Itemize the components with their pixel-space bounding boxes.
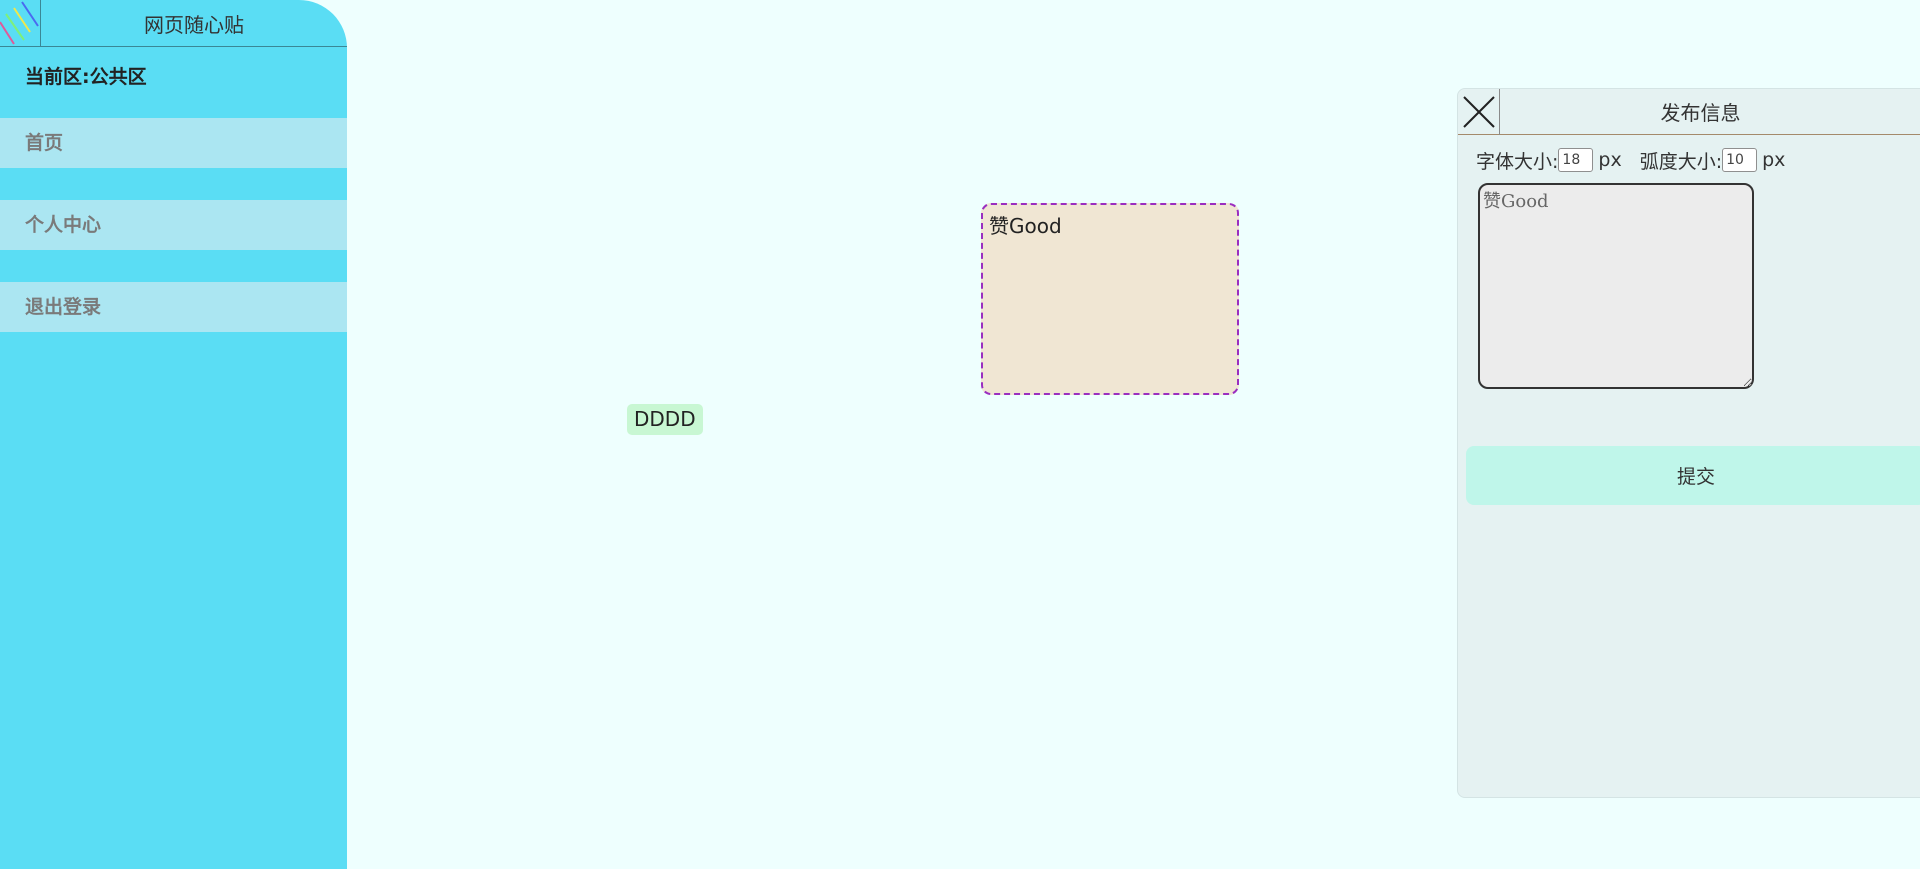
- radius-label: 弧度大小:: [1639, 150, 1723, 173]
- panel-header: 发布信息: [1458, 89, 1920, 135]
- font-size-label: 字体大小:: [1476, 150, 1559, 173]
- close-icon: [1463, 96, 1495, 128]
- nav-item-logout[interactable]: 退出登录: [0, 282, 347, 332]
- current-area-label: 当前区:公共区: [25, 66, 147, 88]
- publish-panel: 发布信息 字体大小: px 弧度大小: px 赞Good 提交: [1457, 88, 1920, 798]
- radius-unit: px: [1762, 149, 1786, 171]
- content-textarea[interactable]: 赞Good: [1478, 183, 1754, 389]
- app-title: 网页随心贴: [144, 13, 244, 37]
- settings-row: 字体大小: px 弧度大小: px: [1476, 147, 1785, 173]
- font-size-input[interactable]: [1558, 148, 1594, 172]
- font-size-unit: px: [1598, 149, 1622, 171]
- sticky-note[interactable]: DDDD: [627, 404, 703, 435]
- panel-title: 发布信息: [1660, 101, 1741, 125]
- submit-button[interactable]: 提交: [1466, 446, 1920, 505]
- nav-item-home[interactable]: 首页: [0, 118, 347, 168]
- sidebar-header: 网页随心贴: [0, 0, 347, 47]
- sticky-note-selected[interactable]: 赞Good: [981, 203, 1239, 395]
- nav-item-profile[interactable]: 个人中心: [0, 200, 347, 250]
- logo-icon: [0, 0, 41, 46]
- radius-input[interactable]: [1722, 148, 1758, 172]
- sidebar: 网页随心贴 当前区:公共区 首页 个人中心 退出登录: [0, 0, 347, 869]
- close-button[interactable]: [1458, 89, 1500, 135]
